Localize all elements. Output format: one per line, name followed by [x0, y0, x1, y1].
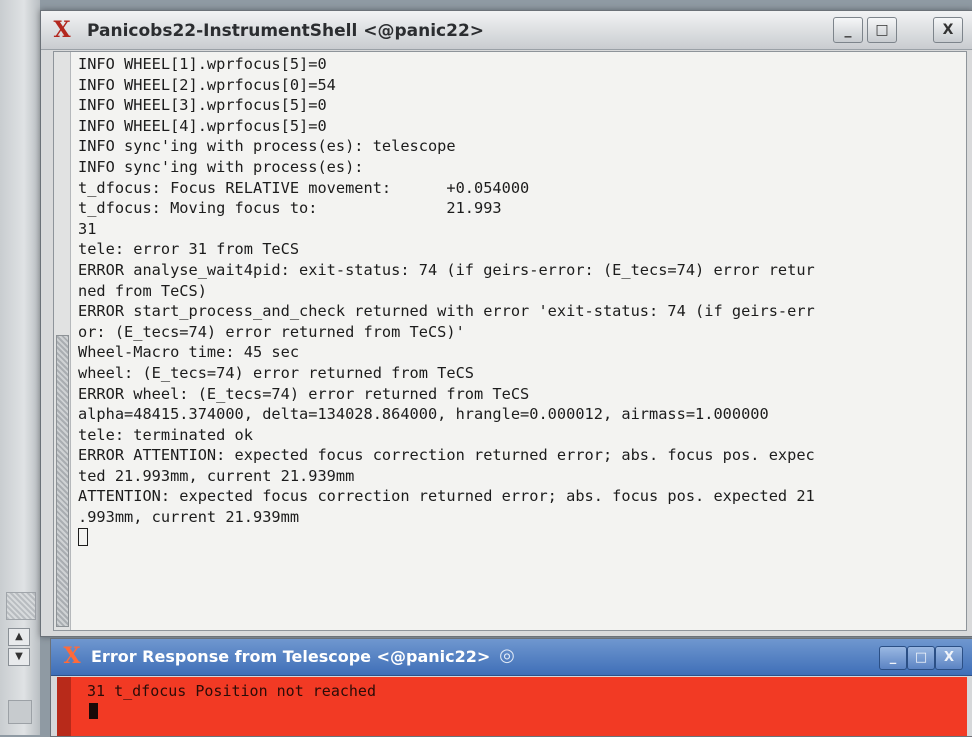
terminal-line: ERROR ATTENTION: expected focus correcti…	[78, 446, 815, 465]
terminal-lines: INFO WHEEL[1].wprfocus[5]=0 INFO WHEEL[2]…	[78, 54, 962, 548]
terminal-line: t_dfocus: Moving focus to: 21.993	[78, 199, 502, 218]
terminal-line: t_dfocus: Focus RELATIVE movement: +0.05…	[78, 178, 530, 197]
terminal-line: INFO sync'ing with process(es): telescop…	[78, 137, 456, 156]
terminal-line: ted 21.993mm, current 21.939mm	[78, 466, 355, 485]
desktop-side-panel: ▲ ▼	[0, 0, 40, 735]
terminal-line: INFO sync'ing with process(es):	[78, 157, 364, 176]
terminal-line: ERROR wheel: (E_tecs=74) error returned …	[78, 384, 530, 403]
swirl-icon: ◎	[499, 645, 515, 666]
maximize-button[interactable]: □	[867, 17, 897, 43]
terminal-line: or: (E_tecs=74) error returned from TeCS…	[78, 322, 465, 341]
terminal-scrollbar[interactable]	[54, 52, 71, 630]
terminal-line: INFO WHEEL[4].wprfocus[5]=0	[78, 116, 327, 135]
text-cursor	[89, 703, 98, 719]
terminal-line: INFO WHEEL[3].wprfocus[5]=0	[78, 96, 327, 115]
error-window-titlebar[interactable]: X Error Response from Telescope <@panic2…	[51, 639, 972, 676]
error-minimize-button[interactable]: _	[879, 646, 907, 670]
scroll-up-arrow-icon[interactable]: ▲	[8, 628, 30, 646]
error-message-area[interactable]: 31 t_dfocus Position not reached	[57, 677, 967, 736]
terminal-line: .993mm, current 21.939mm	[78, 508, 300, 527]
error-maximize-button[interactable]: □	[907, 646, 935, 670]
error-message: 31 t_dfocus Position not reached	[87, 682, 376, 700]
terminal-prompt-line	[78, 527, 962, 549]
minimize-button[interactable]: _	[833, 17, 863, 43]
panel-launcher-icon[interactable]	[8, 700, 32, 724]
terminal-line: alpha=48415.374000, delta=134028.864000,…	[78, 405, 769, 424]
terminal-line: ATTENTION: expected focus correction ret…	[78, 487, 815, 506]
terminal-line: Wheel-Macro time: 45 sec	[78, 343, 300, 362]
app-x-logo-icon: X	[53, 17, 71, 43]
terminal-output[interactable]: INFO WHEEL[1].wprfocus[5]=0 INFO WHEEL[2]…	[53, 51, 967, 631]
terminal-line: tele: terminated ok	[78, 425, 253, 444]
terminal-line: ned from TeCS)	[78, 281, 207, 300]
window-title: Panicobs22-InstrumentShell <@panic22>	[87, 21, 485, 41]
error-close-button[interactable]: X	[935, 646, 963, 670]
instrument-shell-window: X Panicobs22-InstrumentShell <@panic22> …	[40, 10, 972, 637]
panel-grip-handle[interactable]	[6, 592, 36, 620]
window-titlebar[interactable]: X Panicobs22-InstrumentShell <@panic22> …	[41, 11, 972, 50]
error-window-title: Error Response from Telescope <@panic22>	[91, 647, 491, 666]
terminal-line: ERROR analyse_wait4pid: exit-status: 74 …	[78, 260, 815, 279]
error-response-window: X Error Response from Telescope <@panic2…	[50, 638, 972, 737]
terminal-line: ERROR start_process_and_check returned w…	[78, 302, 815, 321]
error-scrollbar[interactable]	[57, 677, 71, 736]
scroll-down-arrow-icon[interactable]: ▼	[8, 648, 30, 666]
terminal-line: wheel: (E_tecs=74) error returned from T…	[78, 363, 475, 382]
text-cursor	[78, 527, 88, 546]
app-x-logo-icon: X	[63, 643, 81, 669]
terminal-line: INFO WHEEL[1].wprfocus[5]=0	[78, 55, 327, 73]
scrollbar-thumb[interactable]	[56, 335, 69, 627]
terminal-line: tele: error 31 from TeCS	[78, 240, 300, 259]
terminal-line: 31	[78, 219, 97, 238]
close-button[interactable]: X	[933, 17, 963, 43]
terminal-line: INFO WHEEL[2].wprfocus[0]=54	[78, 75, 336, 94]
